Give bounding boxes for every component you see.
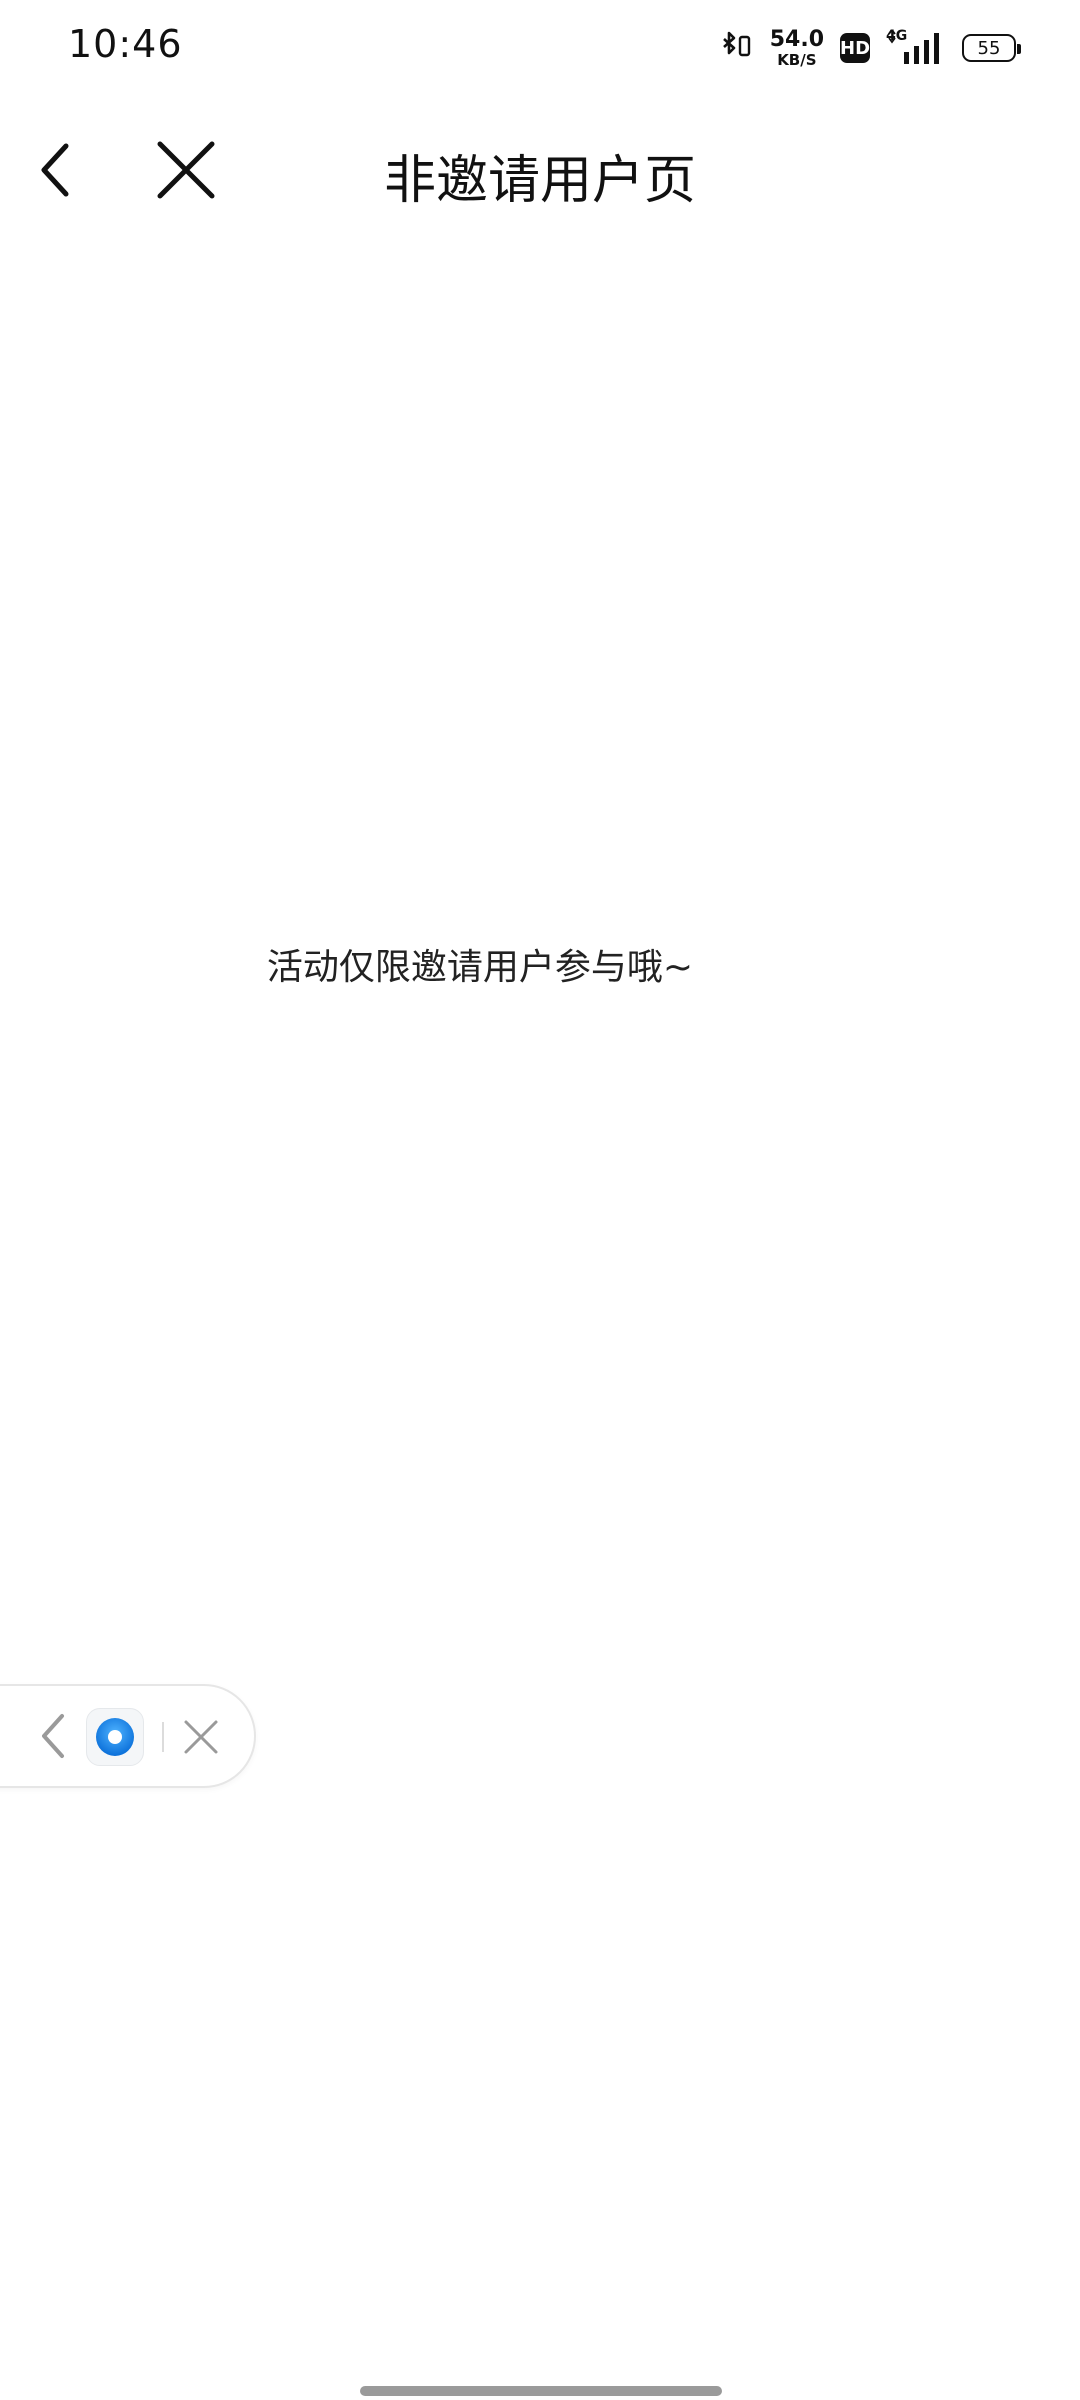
hd-icon: HD — [840, 33, 870, 63]
capsule-divider — [162, 1722, 164, 1752]
close-icon — [184, 1720, 218, 1754]
net-speed: 54.0 KB/S — [769, 26, 824, 69]
net-speed-value: 54.0 — [769, 26, 824, 52]
app-icon[interactable] — [86, 1708, 144, 1766]
title-bar: 非邀请用户页 — [0, 110, 1080, 230]
status-time: 10:46 — [68, 22, 183, 66]
empty-state-message: 活动仅限邀请用户参与哦~ — [266, 947, 694, 988]
capsule-close-button[interactable] — [178, 1714, 224, 1760]
screen: 10:46 54.0 KB/S HD 4G 55 非邀请用户页 活动仅限邀请用户… — [0, 0, 1080, 2400]
status-bar: 10:46 54.0 KB/S HD 4G 55 — [0, 0, 1080, 96]
page-title: 非邀请用户页 — [383, 151, 696, 211]
floating-capsule[interactable] — [0, 1684, 256, 1788]
bluetooth-icon — [718, 28, 754, 68]
chevron-left-icon — [42, 1714, 64, 1758]
status-icons: 54.0 KB/S HD 4G 55 — [718, 18, 1021, 78]
battery-icon: 55 — [962, 34, 1021, 62]
home-indicator[interactable] — [360, 2386, 722, 2396]
capsule-back-button[interactable] — [30, 1712, 78, 1760]
net-speed-unit: KB/S — [777, 50, 817, 69]
signal-icon: 4G — [886, 28, 946, 66]
